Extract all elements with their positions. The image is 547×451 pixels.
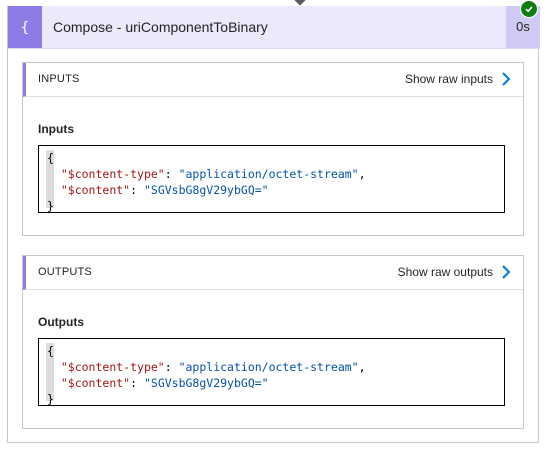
json-value: "SGVsbG8gV29ybGQ=" [143, 376, 269, 390]
json-key: "$content" [60, 376, 131, 390]
inputs-json-box[interactable]: { "$content-type": "application/octet-st… [38, 145, 505, 213]
json-close-brace: } [47, 392, 54, 406]
json-key: "$content" [60, 183, 131, 197]
action-header[interactable]: { x Compose - uriComponentToBinary 0s [8, 6, 540, 49]
connector-handle [294, 0, 306, 6]
json-value: "application/octet-stream" [178, 167, 359, 181]
chevron-right-icon[interactable] [499, 72, 513, 86]
outputs-section: OUTPUTS Show raw outputs Outputs { "$con… [22, 255, 524, 429]
compose-braces-icon: { x [8, 6, 42, 48]
show-raw-outputs-link[interactable]: Show raw outputs [398, 256, 493, 288]
json-close-brace: } [47, 199, 54, 213]
action-title: Compose - uriComponentToBinary [53, 19, 268, 35]
outputs-section-label: OUTPUTS [38, 266, 92, 278]
outputs-json-code: { "$content-type": "application/octet-st… [47, 344, 366, 406]
outputs-label: Outputs [38, 315, 84, 329]
show-raw-inputs-link[interactable]: Show raw inputs [405, 63, 493, 95]
inputs-section-label: INPUTS [38, 73, 80, 85]
json-key: "$content-type" [60, 360, 165, 374]
inputs-section: INPUTS Show raw inputs Inputs { "$conten… [22, 62, 524, 236]
action-card: { x Compose - uriComponentToBinary 0s IN… [7, 0, 540, 443]
inputs-json-code: { "$content-type": "application/octet-st… [47, 151, 366, 213]
outputs-json-box[interactable]: { "$content-type": "application/octet-st… [38, 338, 505, 406]
inputs-section-header: INPUTS Show raw inputs [23, 63, 523, 97]
json-value: "application/octet-stream" [178, 360, 359, 374]
json-value: "SGVsbG8gV29ybGQ=" [143, 183, 269, 197]
inputs-label: Inputs [38, 122, 74, 136]
success-check-icon [520, 0, 538, 18]
chevron-right-icon[interactable] [499, 265, 513, 279]
json-open-brace: { [47, 151, 54, 165]
outputs-section-header: OUTPUTS Show raw outputs [23, 256, 523, 290]
json-key: "$content-type" [60, 167, 165, 181]
json-open-brace: { [47, 344, 54, 358]
